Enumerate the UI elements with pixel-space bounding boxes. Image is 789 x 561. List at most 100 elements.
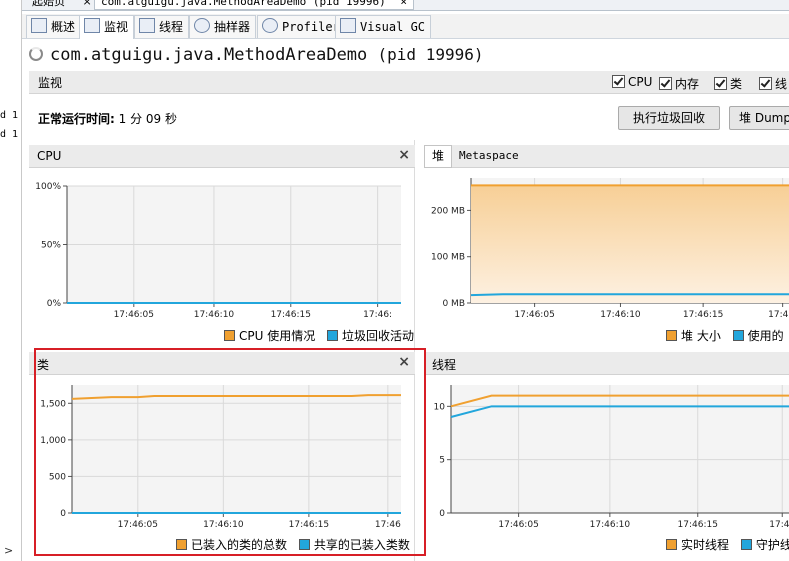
legend-swatch (666, 330, 677, 341)
monitor-header: 监视 CPU 内存 类 线 (29, 71, 789, 94)
tab-visual-gc-label: Visual GC (360, 20, 426, 34)
x-tick-label: 17:46:05 (498, 520, 538, 530)
y-tick-label: 0 MB (442, 299, 465, 309)
legend-swatch (224, 330, 235, 341)
checkbox-threads-label: 线 (775, 77, 788, 91)
tab-monitor[interactable]: 监视 (79, 15, 135, 39)
heap-dump-button[interactable]: 堆 Dump (729, 106, 789, 130)
x-tick-label: 17:46:10 (194, 310, 235, 320)
y-tick-label: 0% (47, 299, 62, 309)
x-tick-label: 17:46:10 (590, 520, 631, 530)
legend-item-heap-size: 堆 大小 (666, 329, 721, 343)
tab-overview[interactable]: 概述 (26, 15, 82, 38)
legend-label: 使用的 (747, 329, 784, 343)
tab-heap[interactable]: 堆 (424, 145, 453, 168)
x-tick-label: 17:46 (769, 520, 789, 530)
chart-svg: 10 5 0 17:46:05 17:46:10 17:46:15 17:46 (434, 385, 789, 530)
legend-swatch (740, 539, 752, 550)
x-tick-label: 17:46:15 (271, 310, 311, 320)
uptime-row: 正常运行时间: 1 分 09 秒 (38, 110, 177, 127)
x-tick-label: 17:46: (363, 310, 392, 320)
cpu-legend: CPU 使用情况 垃圾回收活动 (224, 327, 422, 344)
tab-method-area-demo[interactable]: com.atguigu.java.MethodAreaDemo (pid 199… (94, 0, 415, 10)
tab-profiler-label: Profiler (282, 20, 340, 34)
close-icon[interactable]: × (83, 0, 92, 8)
series-area-0 (471, 185, 789, 303)
legend-label: 实时线程 (681, 538, 730, 552)
navigator-line-1: d 1 (0, 110, 19, 121)
monitor-icon (84, 18, 100, 33)
close-icon[interactable]: × (398, 147, 410, 163)
legend-item-live-threads: 实时线程 (666, 538, 729, 552)
legend-label: 堆 大小 (681, 329, 721, 343)
close-icon[interactable]: × (400, 0, 407, 8)
series-line-1 (470, 293, 789, 297)
checkbox-checked-icon (714, 77, 727, 90)
x-tick-label: 17:46:15 (683, 310, 723, 320)
x-tick-label: 17:46:15 (678, 520, 718, 530)
legend-swatch (327, 330, 339, 341)
y-tick-label: 100% (35, 182, 61, 192)
threads-icon (139, 18, 155, 33)
cpu-chart: 100% 50% 0% 17:46:05 17:46:10 17:46:15 17:46: (29, 168, 415, 320)
legend-label: 守护线 (755, 538, 789, 552)
heap-chart: 200 MB 100 MB 0 MB 17:46:05 17:46:10 17:46:15… (424, 168, 789, 320)
y-tick-label: 10 (434, 402, 446, 412)
plot-area (451, 385, 789, 513)
loading-spinner-icon (29, 47, 43, 61)
threads-legend: 实时线程 守护线 (666, 536, 789, 553)
document-tab-bar: 起始页 × com.atguigu.java.MethodAreaDemo (p… (22, 0, 789, 11)
tab-sampler[interactable]: 抽样器 (189, 15, 257, 38)
x-tick-label: 17:46: (768, 310, 789, 320)
cpu-panel-header: CPU × (29, 145, 415, 168)
highlight-box (34, 348, 426, 556)
checkbox-memory[interactable]: 内存 (659, 75, 699, 92)
chart-svg: 100% 50% 0% 17:46:05 17:46:10 17:46:15 17:46: (35, 182, 401, 320)
x-tick-label: 17:46:05 (514, 310, 554, 320)
overview-icon (31, 18, 47, 33)
view-tab-bar: 概述 监视 线程 抽样器 Profiler Visual GC (22, 14, 789, 39)
y-tick-label: 0 (439, 509, 445, 519)
legend-label: CPU 使用情况 (239, 329, 316, 343)
tab-threads-label: 线程 (159, 20, 184, 34)
chart-svg: 200 MB 100 MB 0 MB 17:46:05 17:46:10 17:46:15… (431, 178, 789, 320)
tab-method-area-demo-label: com.atguigu.java.MethodAreaDemo (pid 199… (101, 0, 386, 8)
tab-visual-gc[interactable]: Visual GC (335, 15, 432, 38)
sampler-icon (194, 18, 210, 33)
navigator-line-2: d 1 (0, 129, 19, 140)
tab-overview-label: 概述 (51, 20, 76, 34)
checkbox-checked-icon (612, 75, 625, 88)
profiler-icon (262, 18, 278, 33)
cpu-panel-title: CPU (37, 149, 62, 163)
checkbox-memory-label: 内存 (675, 77, 700, 91)
checkbox-checked-icon (659, 77, 672, 90)
legend-label: 垃圾回收活动 (342, 329, 415, 343)
visual-gc-icon (340, 18, 356, 33)
tab-profiler[interactable]: Profiler (257, 15, 346, 38)
y-tick-label: 50% (41, 241, 61, 251)
checkbox-cpu[interactable]: CPU (612, 75, 652, 89)
tab-start-page[interactable]: 起始页 × (26, 0, 98, 9)
checkbox-threads[interactable]: 线 (759, 75, 787, 92)
left-navigator-strip: d 1 d 1 > (0, 0, 22, 561)
memory-panel-header: 堆 Metaspace (424, 145, 789, 168)
legend-item-cpu-usage: CPU 使用情况 (224, 329, 315, 343)
tab-start-page-label: 起始页 (32, 0, 65, 8)
tab-threads[interactable]: 线程 (134, 15, 190, 38)
checkbox-checked-icon (759, 77, 772, 90)
legend-swatch (666, 539, 677, 550)
legend-item-gc-activity: 垃圾回收活动 (327, 329, 414, 343)
app-pid: (pid 19996) (377, 45, 484, 64)
x-tick-label: 17:46:10 (600, 310, 641, 320)
uptime-value: 1 分 09 秒 (118, 112, 177, 126)
uptime-label: 正常运行时间: (38, 112, 115, 126)
heap-legend: 堆 大小 使用的 (666, 327, 789, 344)
checkbox-classes[interactable]: 类 (714, 75, 742, 92)
threads-panel-title: 线程 (432, 358, 457, 372)
checkbox-cpu-label: CPU (628, 75, 653, 89)
legend-swatch (732, 330, 744, 341)
expand-arrow-icon[interactable]: > (4, 544, 13, 557)
perform-gc-button[interactable]: 执行垃圾回收 (618, 106, 720, 130)
tab-metaspace[interactable]: Metaspace (453, 145, 525, 166)
legend-item-used: 使用的 (732, 329, 784, 343)
